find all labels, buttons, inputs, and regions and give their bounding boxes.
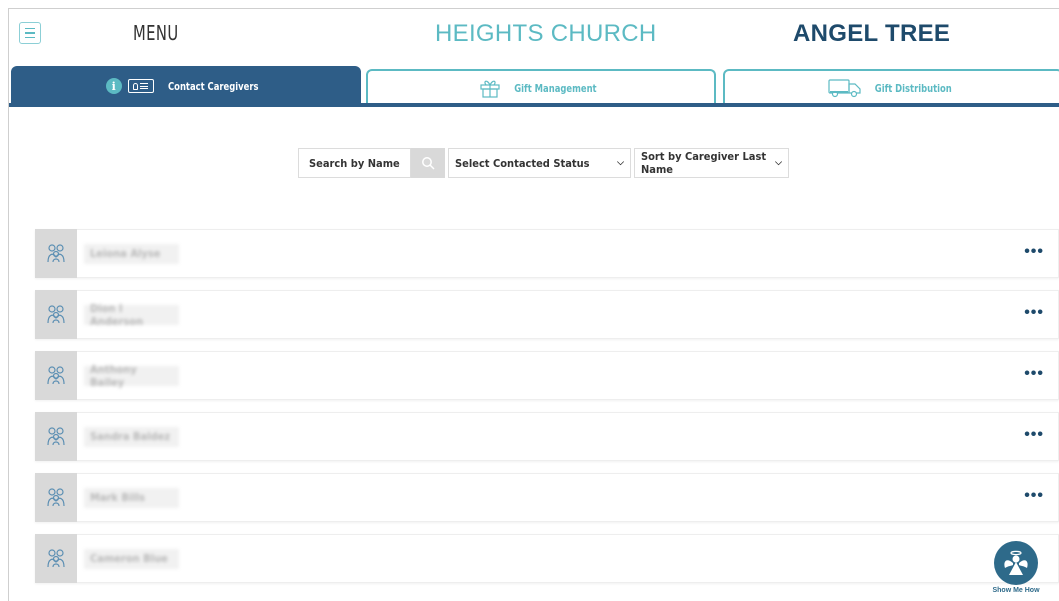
list-item[interactable]: Sandra Baldez ••• bbox=[35, 412, 1059, 461]
tab-label: Gift Management bbox=[513, 81, 597, 95]
contacted-status-value: Select Contacted Status bbox=[455, 156, 590, 170]
search-input[interactable] bbox=[298, 148, 411, 178]
sort-select[interactable]: Sort by Caregiver Last Name ⌵ bbox=[634, 148, 789, 178]
caregiver-list: Leiona Alyse ••• Dion I Anderson ••• Ant… bbox=[35, 229, 1059, 595]
family-icon bbox=[35, 412, 77, 461]
caregiver-name[interactable]: Dion I Anderson bbox=[84, 302, 179, 328]
list-item[interactable]: Anthony Bailey ••• bbox=[35, 351, 1059, 400]
menu-label[interactable]: MENU bbox=[133, 21, 179, 45]
search-icon bbox=[422, 157, 435, 170]
caregiver-name[interactable]: Sandra Baldez bbox=[84, 426, 179, 447]
family-icon bbox=[35, 351, 77, 400]
tab-gift-distribution[interactable]: Gift Distribution bbox=[723, 69, 1059, 105]
list-item[interactable]: Dion I Anderson ••• bbox=[35, 290, 1059, 339]
family-icon bbox=[35, 534, 77, 583]
delivery-truck-icon bbox=[828, 79, 861, 98]
list-item[interactable]: Leiona Alyse ••• bbox=[35, 229, 1059, 278]
app-frame: MENU HEIGHTS CHURCH ANGEL TREE i Contact… bbox=[8, 8, 1059, 601]
more-options-icon[interactable]: ••• bbox=[1024, 305, 1044, 321]
tab-bar: i Contact Caregivers Gift Management Gif… bbox=[9, 66, 1059, 108]
contact-card-icon bbox=[127, 79, 154, 93]
show-me-how-widget[interactable]: Show Me How bbox=[985, 541, 1047, 601]
sort-value: Sort by Caregiver Last Name bbox=[641, 150, 767, 176]
chevron-down-icon: ⌵ bbox=[775, 158, 782, 168]
tab-gift-management[interactable]: Gift Management bbox=[366, 69, 716, 105]
tab-label: Gift Distribution bbox=[874, 81, 952, 95]
caregiver-name[interactable]: Leiona Alyse bbox=[84, 243, 179, 264]
gift-icon bbox=[479, 80, 500, 98]
contacted-status-select[interactable]: Select Contacted Status ⌵ bbox=[448, 148, 631, 178]
more-options-icon[interactable]: ••• bbox=[1024, 488, 1044, 504]
list-item[interactable]: Cameron Blue bbox=[35, 534, 1059, 583]
family-icon bbox=[35, 229, 77, 278]
app-title: ANGEL TREE bbox=[793, 20, 951, 47]
header: MENU HEIGHTS CHURCH ANGEL TREE bbox=[9, 9, 1059, 61]
list-item[interactable]: Mark Bills ••• bbox=[35, 473, 1059, 522]
hamburger-menu-icon[interactable] bbox=[19, 22, 41, 44]
church-name: HEIGHTS CHURCH bbox=[435, 20, 657, 47]
more-options-icon[interactable]: ••• bbox=[1024, 366, 1044, 382]
caregiver-name[interactable]: Mark Bills bbox=[84, 487, 179, 508]
more-options-icon[interactable]: ••• bbox=[1024, 244, 1044, 260]
tab-label: Contact Caregivers bbox=[167, 79, 259, 93]
show-me-how-label: Show Me How bbox=[992, 587, 1040, 594]
tab-contact-caregivers[interactable]: i Contact Caregivers bbox=[11, 66, 361, 106]
more-options-icon[interactable]: ••• bbox=[1024, 427, 1044, 443]
filter-bar: Select Contacted Status ⌵ Sort by Caregi… bbox=[298, 148, 789, 178]
angel-icon[interactable] bbox=[994, 541, 1038, 585]
info-icon[interactable]: i bbox=[105, 78, 122, 94]
family-icon bbox=[35, 290, 77, 339]
chevron-down-icon: ⌵ bbox=[617, 158, 624, 168]
search-button[interactable] bbox=[411, 148, 445, 178]
family-icon bbox=[35, 473, 77, 522]
tab-underline bbox=[9, 103, 1059, 107]
caregiver-name[interactable]: Anthony Bailey bbox=[84, 363, 179, 389]
caregiver-name[interactable]: Cameron Blue bbox=[84, 548, 179, 569]
